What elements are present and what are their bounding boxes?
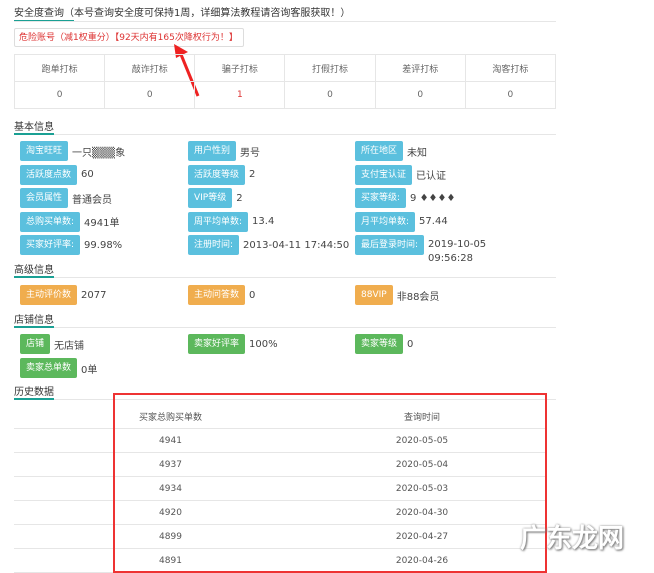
watermark: 广东龙网 [520, 524, 625, 554]
info-value: 9 ♦♦♦♦ [410, 192, 456, 204]
section-shop: 店铺信息 [14, 311, 54, 328]
info-value: 已认证 [416, 171, 447, 182]
info-label: 月平均单数: [355, 211, 416, 232]
info-value: 13.4 [252, 216, 275, 227]
section-basic: 基本信息 [14, 118, 54, 135]
info-value: 2 [236, 192, 243, 204]
info-label: 最后登录时间: [355, 235, 425, 255]
flag-header: 骗子打标 [194, 54, 286, 82]
info-item: 88VIP 非88会员 [355, 285, 439, 305]
info-item: 卖家等级 0 [355, 334, 413, 354]
info-value: 4941单 [84, 218, 120, 229]
section-history: 历史数据 [14, 383, 54, 400]
info-item: 活跃度等级 2 [188, 164, 256, 185]
info-item: 支付宝认证 已认证 [355, 164, 447, 185]
info-value: 99.98% [84, 239, 123, 251]
info-label: 总购买单数: [20, 211, 81, 232]
info-value: 2013-04-11 17:44:50 [243, 239, 350, 251]
info-label: 买家等级: [355, 188, 407, 208]
info-item: 淘宝旺旺 一只▒▒▒象 [20, 141, 125, 161]
info-item: 最后登录时间: 2019-10-05 09:56:28 [355, 235, 518, 264]
flag-value: 0 [374, 81, 466, 109]
flag-header: 跑单打标 [13, 54, 106, 82]
info-item: 主动评价数 2077 [20, 285, 106, 305]
flag-header: 差评打标 [374, 54, 466, 82]
info-label: 卖家总单数 [20, 358, 78, 378]
info-label: 用户性别 [188, 141, 237, 161]
info-item: 店铺 无店铺 [20, 334, 84, 354]
flag-value: 0 [464, 81, 557, 109]
info-value: 未知 [407, 147, 428, 159]
section-advanced: 高级信息 [14, 261, 54, 278]
info-value: 100% [249, 338, 278, 350]
info-label: 所在地区 [355, 141, 404, 161]
info-item: 活跃度点数 60 [20, 164, 94, 185]
info-item: 用户性别 男号 [188, 141, 260, 161]
info-value: 无店铺 [54, 340, 85, 352]
info-item: 卖家总单数 0单 [20, 358, 97, 378]
flag-header: 打假打标 [284, 54, 376, 82]
info-value: 非88会员 [396, 291, 440, 303]
info-item: 买家等级: 9 ♦♦♦♦ [355, 188, 455, 208]
info-label: 周平均单数: [188, 211, 249, 232]
info-label: 88VIP [355, 285, 393, 305]
flag-value: 0 [13, 81, 106, 109]
info-label: 买家好评率: [20, 235, 81, 255]
title-underline [14, 4, 74, 22]
red-highlight-box [113, 393, 547, 573]
info-label: 主动评价数 [20, 285, 78, 305]
info-item: 会员属性 普通会员 [20, 188, 112, 208]
info-item: 注册时间: 2013-04-11 17:44:50 [188, 235, 349, 255]
flag-value: 1 [194, 81, 286, 109]
info-item: 主动问答数 0 [188, 285, 255, 305]
info-item: VIP等级 2 [188, 188, 243, 208]
info-value: 60 [81, 169, 94, 180]
info-label: 卖家等级 [355, 334, 404, 354]
info-value: 2 [249, 169, 256, 180]
info-item: 所在地区 未知 [355, 141, 427, 161]
info-value: 普通会员 [72, 194, 113, 206]
info-value: 男号 [240, 147, 261, 159]
info-label: 活跃度等级 [188, 164, 246, 185]
info-label: VIP等级 [188, 188, 233, 208]
flag-header: 敲诈打标 [104, 54, 196, 82]
info-label: 支付宝认证 [355, 164, 413, 185]
info-item: 卖家好评率 100% [188, 334, 278, 354]
info-label: 主动问答数 [188, 285, 246, 305]
info-value: 0单 [81, 364, 98, 376]
info-label: 会员属性 [20, 188, 69, 208]
info-label: 店铺 [20, 334, 51, 354]
info-label: 卖家好评率 [188, 334, 246, 354]
divider [14, 21, 556, 22]
flag-header: 淘客打标 [464, 54, 557, 82]
flags-table: 跑单打标 敲诈打标 骗子打标 打假打标 差评打标 淘客打标 0 0 1 0 0 0 [13, 54, 557, 109]
info-value: 一只▒▒▒象 [72, 147, 126, 159]
info-item: 周平均单数: 13.4 [188, 211, 275, 232]
info-item: 总购买单数: 4941单 [20, 211, 120, 232]
info-value: 0 [249, 289, 256, 301]
info-item: 月平均单数: 57.44 [355, 211, 448, 232]
info-label: 注册时间: [188, 235, 240, 255]
flag-value: 0 [284, 81, 376, 109]
info-label: 活跃度点数 [20, 164, 78, 185]
info-label: 淘宝旺旺 [20, 141, 69, 161]
info-value: 2077 [81, 289, 107, 301]
info-item: 买家好评率: 99.98% [20, 235, 122, 255]
info-value: 57.44 [419, 216, 448, 227]
flag-value: 0 [104, 81, 196, 109]
info-value: 0 [407, 338, 414, 350]
